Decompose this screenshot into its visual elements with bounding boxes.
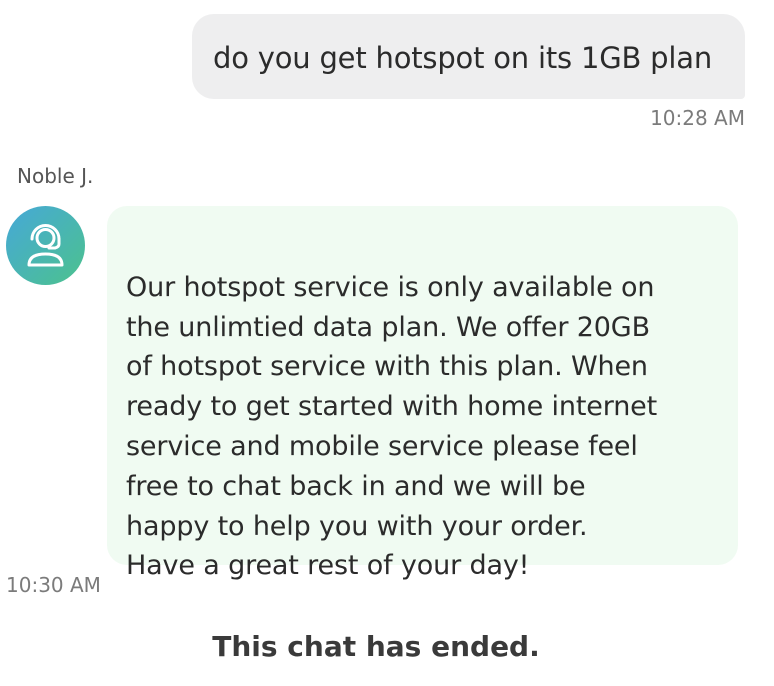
agent-name: Noble J. — [17, 164, 94, 188]
agent-avatar — [6, 206, 85, 285]
user-message-text: do you get hotspot on its 1GB plan — [213, 41, 713, 75]
user-message-bubble: do you get hotspot on its 1GB plan — [192, 14, 745, 99]
agent-message-text: Our hotspot service is only available on… — [126, 271, 658, 582]
user-message-timestamp: 10:28 AM — [650, 106, 745, 130]
agent-message-timestamp: 10:30 AM — [6, 573, 101, 597]
headset-agent-icon — [27, 224, 64, 267]
agent-message-bubble: Our hotspot service is only available on… — [107, 206, 738, 581]
chat-ended-notice: This chat has ended. — [212, 630, 540, 663]
